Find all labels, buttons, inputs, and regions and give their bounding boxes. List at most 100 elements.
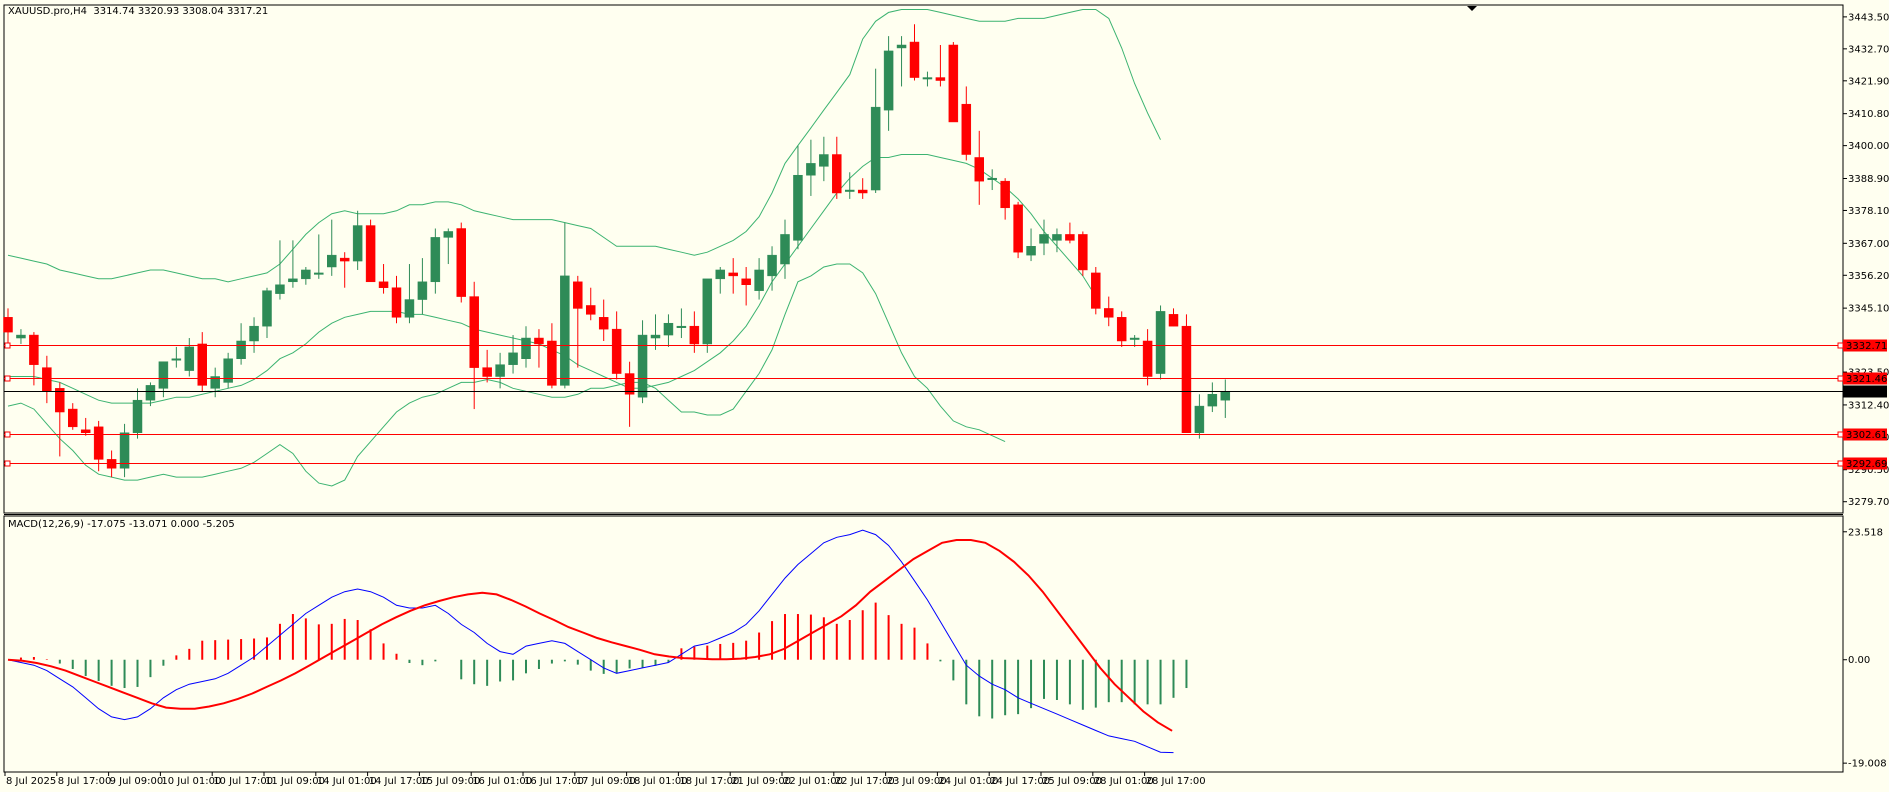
candle [1091,266,1101,315]
level-handle[interactable] [1837,460,1844,467]
candle-body [780,234,790,265]
price-badge: 3332.71 [1846,341,1887,352]
candle-body [922,77,933,80]
candle-body [767,254,777,277]
candle [948,42,959,123]
candle-body [171,358,182,361]
candle [365,219,376,283]
candle-body [275,284,285,294]
macd-tick-label: 0.00 [1848,655,1870,666]
candle-body [961,103,972,155]
candle-body [391,287,402,318]
candle-body [702,278,713,345]
level-handle[interactable] [4,431,11,438]
ohlc-values: 3314.74 3320.93 3308.04 3317.21 [93,6,269,17]
candle-body [1078,234,1088,271]
candle-body [1065,234,1075,241]
candle-body [288,278,298,283]
candle-body [184,346,195,371]
price-tick-label: 3421.90 [1848,76,1889,87]
macd-indicator-label: MACD(12,26,9) -17.075 -13.071 0.000 -5.2… [8,519,235,530]
candle-body [650,334,661,339]
price-tick-label: 3443.50 [1848,12,1889,23]
macd-tick-label: 23.518 [1848,527,1883,538]
candle-body [42,367,52,392]
price-tick-label: 3312.40 [1848,400,1889,411]
candle [1181,314,1192,433]
candle-body [948,44,959,123]
candle-body [793,174,803,241]
level-handle[interactable] [1837,431,1844,438]
price-tick-label: 3378.10 [1848,206,1889,217]
level-handle[interactable] [1837,342,1844,349]
level-handle[interactable] [4,375,11,382]
candle-body [495,364,505,377]
candle-body [870,106,881,191]
candle-body [249,325,259,342]
candle-body [1168,314,1179,327]
price-badge: 3317.21 [1846,387,1887,398]
candle-body [560,275,570,386]
price-tick-label: 3367.00 [1848,239,1889,250]
candle [1155,305,1166,380]
candle-body [93,426,104,460]
candle-body [909,41,920,78]
candle-body [974,157,984,182]
candle [1013,201,1023,259]
level-handle[interactable] [4,460,11,467]
candle-body [314,272,324,275]
candle-body [1155,311,1166,374]
candle-body [443,231,454,238]
price-badge: 3321.46 [1846,374,1887,385]
candle-body [469,296,479,368]
candle-body [132,399,143,433]
candle-body [611,328,622,374]
candle-body [1039,234,1049,244]
candle-body [586,305,596,315]
time-tick-label: 8 Jul 17:00 [58,776,112,787]
time-tick-label: 9 Jul 09:00 [110,776,164,787]
candle-body [417,281,428,300]
price-tick-label: 3279.70 [1848,497,1889,508]
candle-body [806,163,816,176]
candle-body [598,317,609,330]
candle-body [676,325,687,328]
candle-body [1116,317,1127,342]
candle-body [236,340,246,359]
candle-body [1026,246,1036,256]
price-tick-label: 3356.20 [1848,271,1889,282]
candle-body [430,237,441,283]
candle-body [896,44,907,49]
candle-body [534,337,544,345]
candle-body [339,257,350,262]
candle [1078,231,1088,276]
price-tick-label: 3345.10 [1848,304,1889,315]
candle-body [145,385,156,401]
candle-body [80,429,91,433]
candle-body [1052,234,1062,241]
candle [456,222,466,303]
candle-body [262,290,272,327]
chart-canvas[interactable]: 3443.50 3432.70 3421.90 3410.80 3400.00 3388.… [0,0,1889,792]
candle-body [1000,180,1010,209]
candle-body [1142,340,1153,377]
candle-body [845,189,855,192]
candle-body [819,154,829,167]
level-handle[interactable] [1837,375,1844,382]
candle-body [1194,405,1205,433]
candle-body [573,281,583,309]
time-tick-label: 8 Jul 2025 [6,776,56,787]
candle-body [1091,272,1101,309]
level-handle[interactable] [4,342,11,349]
candle [702,278,713,353]
macd-tick-label: -19.008 [1848,759,1887,770]
candle-body [119,432,130,469]
candle-body [935,77,946,81]
candle-body [16,334,26,339]
candle-body [521,337,531,359]
candle-body [715,269,725,280]
candle-body [663,322,674,336]
price-tick-label: 3432.70 [1848,44,1889,55]
candle-body [1129,337,1140,340]
price-tick-label: 3400.00 [1848,141,1889,152]
